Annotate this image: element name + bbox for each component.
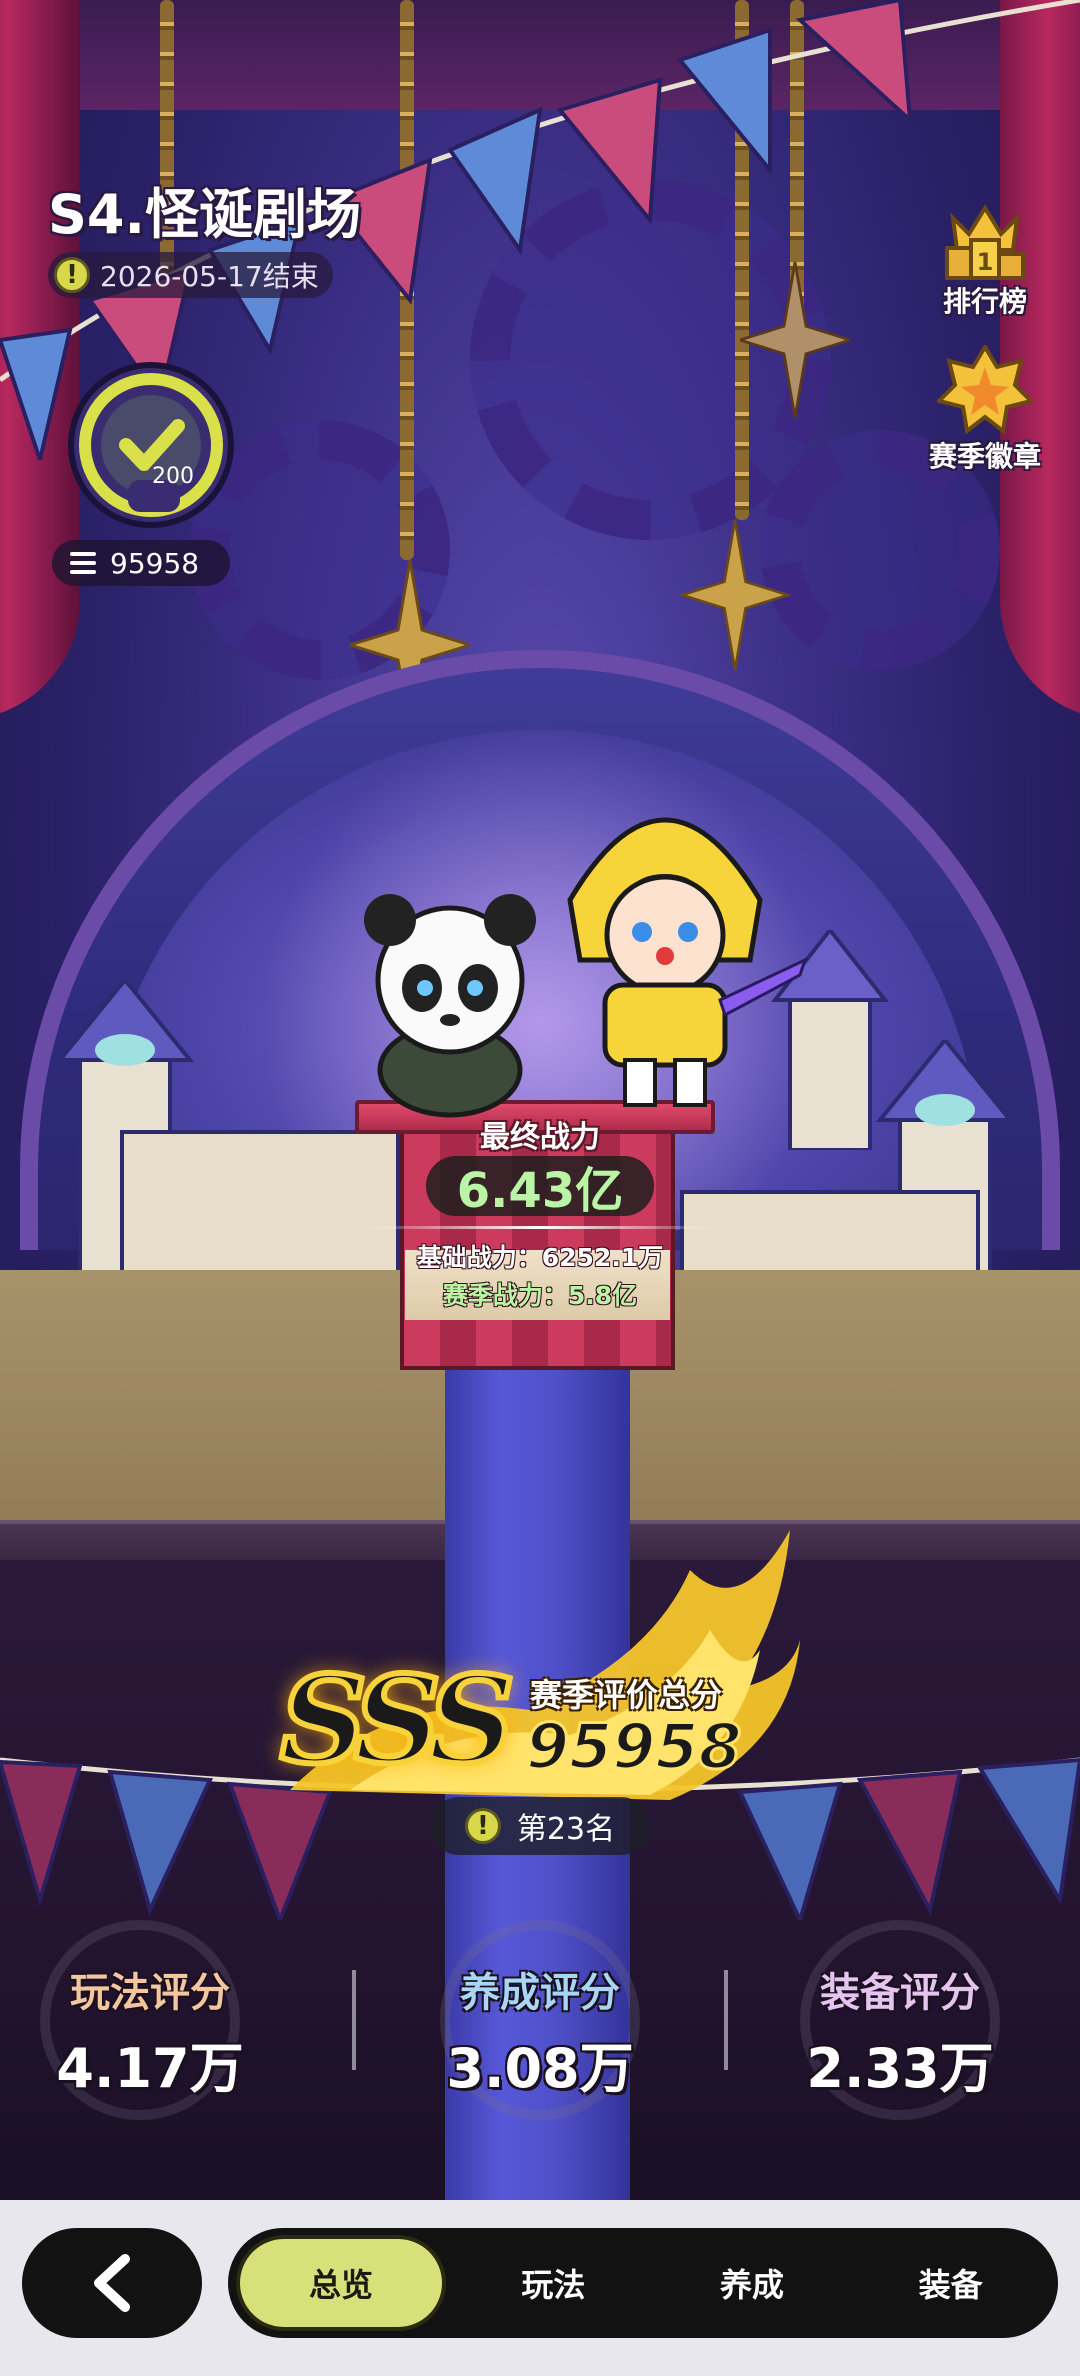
growth-score[interactable]: 养成评分 3.08万 (410, 1960, 670, 2103)
season-medal-icon[interactable] (66, 360, 236, 530)
tab-growth[interactable]: 养成 (653, 2235, 852, 2331)
divider-line (360, 1226, 720, 1229)
season-badge-label: 赛季徽章 (928, 440, 1041, 473)
score-divider (724, 1970, 728, 2070)
duck-hood-character (567, 817, 808, 1107)
gameplay-score[interactable]: 玩法评分 4.17万 (20, 1960, 280, 2103)
ranking-label: 排行榜 (942, 285, 1027, 318)
tab-gameplay[interactable]: 玩法 (454, 2235, 653, 2331)
hanging-star-icon (680, 520, 790, 670)
rating-score: 95958 (525, 1709, 744, 1785)
season-rating: SSS 赛季评价总分 95958 (270, 1510, 810, 1820)
rating-grade: SSS (277, 1647, 518, 1794)
final-power-title: 最终战力 (480, 1120, 600, 1155)
score-divider (352, 1970, 356, 2070)
score-value: 3.08万 (446, 2037, 634, 2100)
score-value: 2.33万 (806, 2037, 994, 2100)
final-power-value: 6.43亿 (426, 1156, 654, 1219)
season-score-pill[interactable]: 95958 (52, 540, 230, 586)
back-button[interactable] (22, 2228, 202, 2338)
trophy-podium-icon: 1 (945, 204, 1025, 280)
medal-level: 200 (152, 464, 194, 489)
scene-background (0, 0, 1080, 2200)
list-icon (70, 552, 96, 574)
base-power: 基础战力：6252.1万 (416, 1243, 664, 1272)
season-end-date[interactable]: ! 2026-05-17结束 (48, 252, 333, 298)
score-title: 养成评分 (460, 1970, 620, 2016)
score-title: 玩法评分 (70, 1970, 230, 2016)
season-score-value: 95958 (110, 546, 200, 580)
badge-icon (937, 345, 1033, 435)
score-title: 装备评分 (820, 1970, 980, 2016)
tab-equipment[interactable]: 装备 (851, 2235, 1050, 2331)
season-power: 赛季战力：5.8亿 (442, 1281, 638, 1310)
season-title: S4.怪诞剧场 (48, 183, 361, 246)
season-badge-button[interactable]: 赛季徽章 (915, 345, 1055, 475)
rank-pill[interactable]: ! 第23名 (430, 1797, 650, 1855)
info-icon: ! (54, 257, 90, 293)
season-end-date-text: 2026-05-17结束 (100, 260, 319, 293)
rank-text: 第23名 (516, 1812, 616, 1847)
chevron-left-icon (94, 2254, 130, 2312)
tab-bar: 总览 玩法 养成 装备 (228, 2228, 1058, 2338)
svg-text:1: 1 (977, 248, 994, 276)
equipment-score[interactable]: 装备评分 2.33万 (770, 1960, 1030, 2103)
ranking-button[interactable]: 1 排行榜 (915, 200, 1055, 320)
info-icon: ! (464, 1808, 501, 1844)
tab-overview[interactable]: 总览 (236, 2235, 446, 2331)
score-value: 4.17万 (56, 2037, 244, 2100)
